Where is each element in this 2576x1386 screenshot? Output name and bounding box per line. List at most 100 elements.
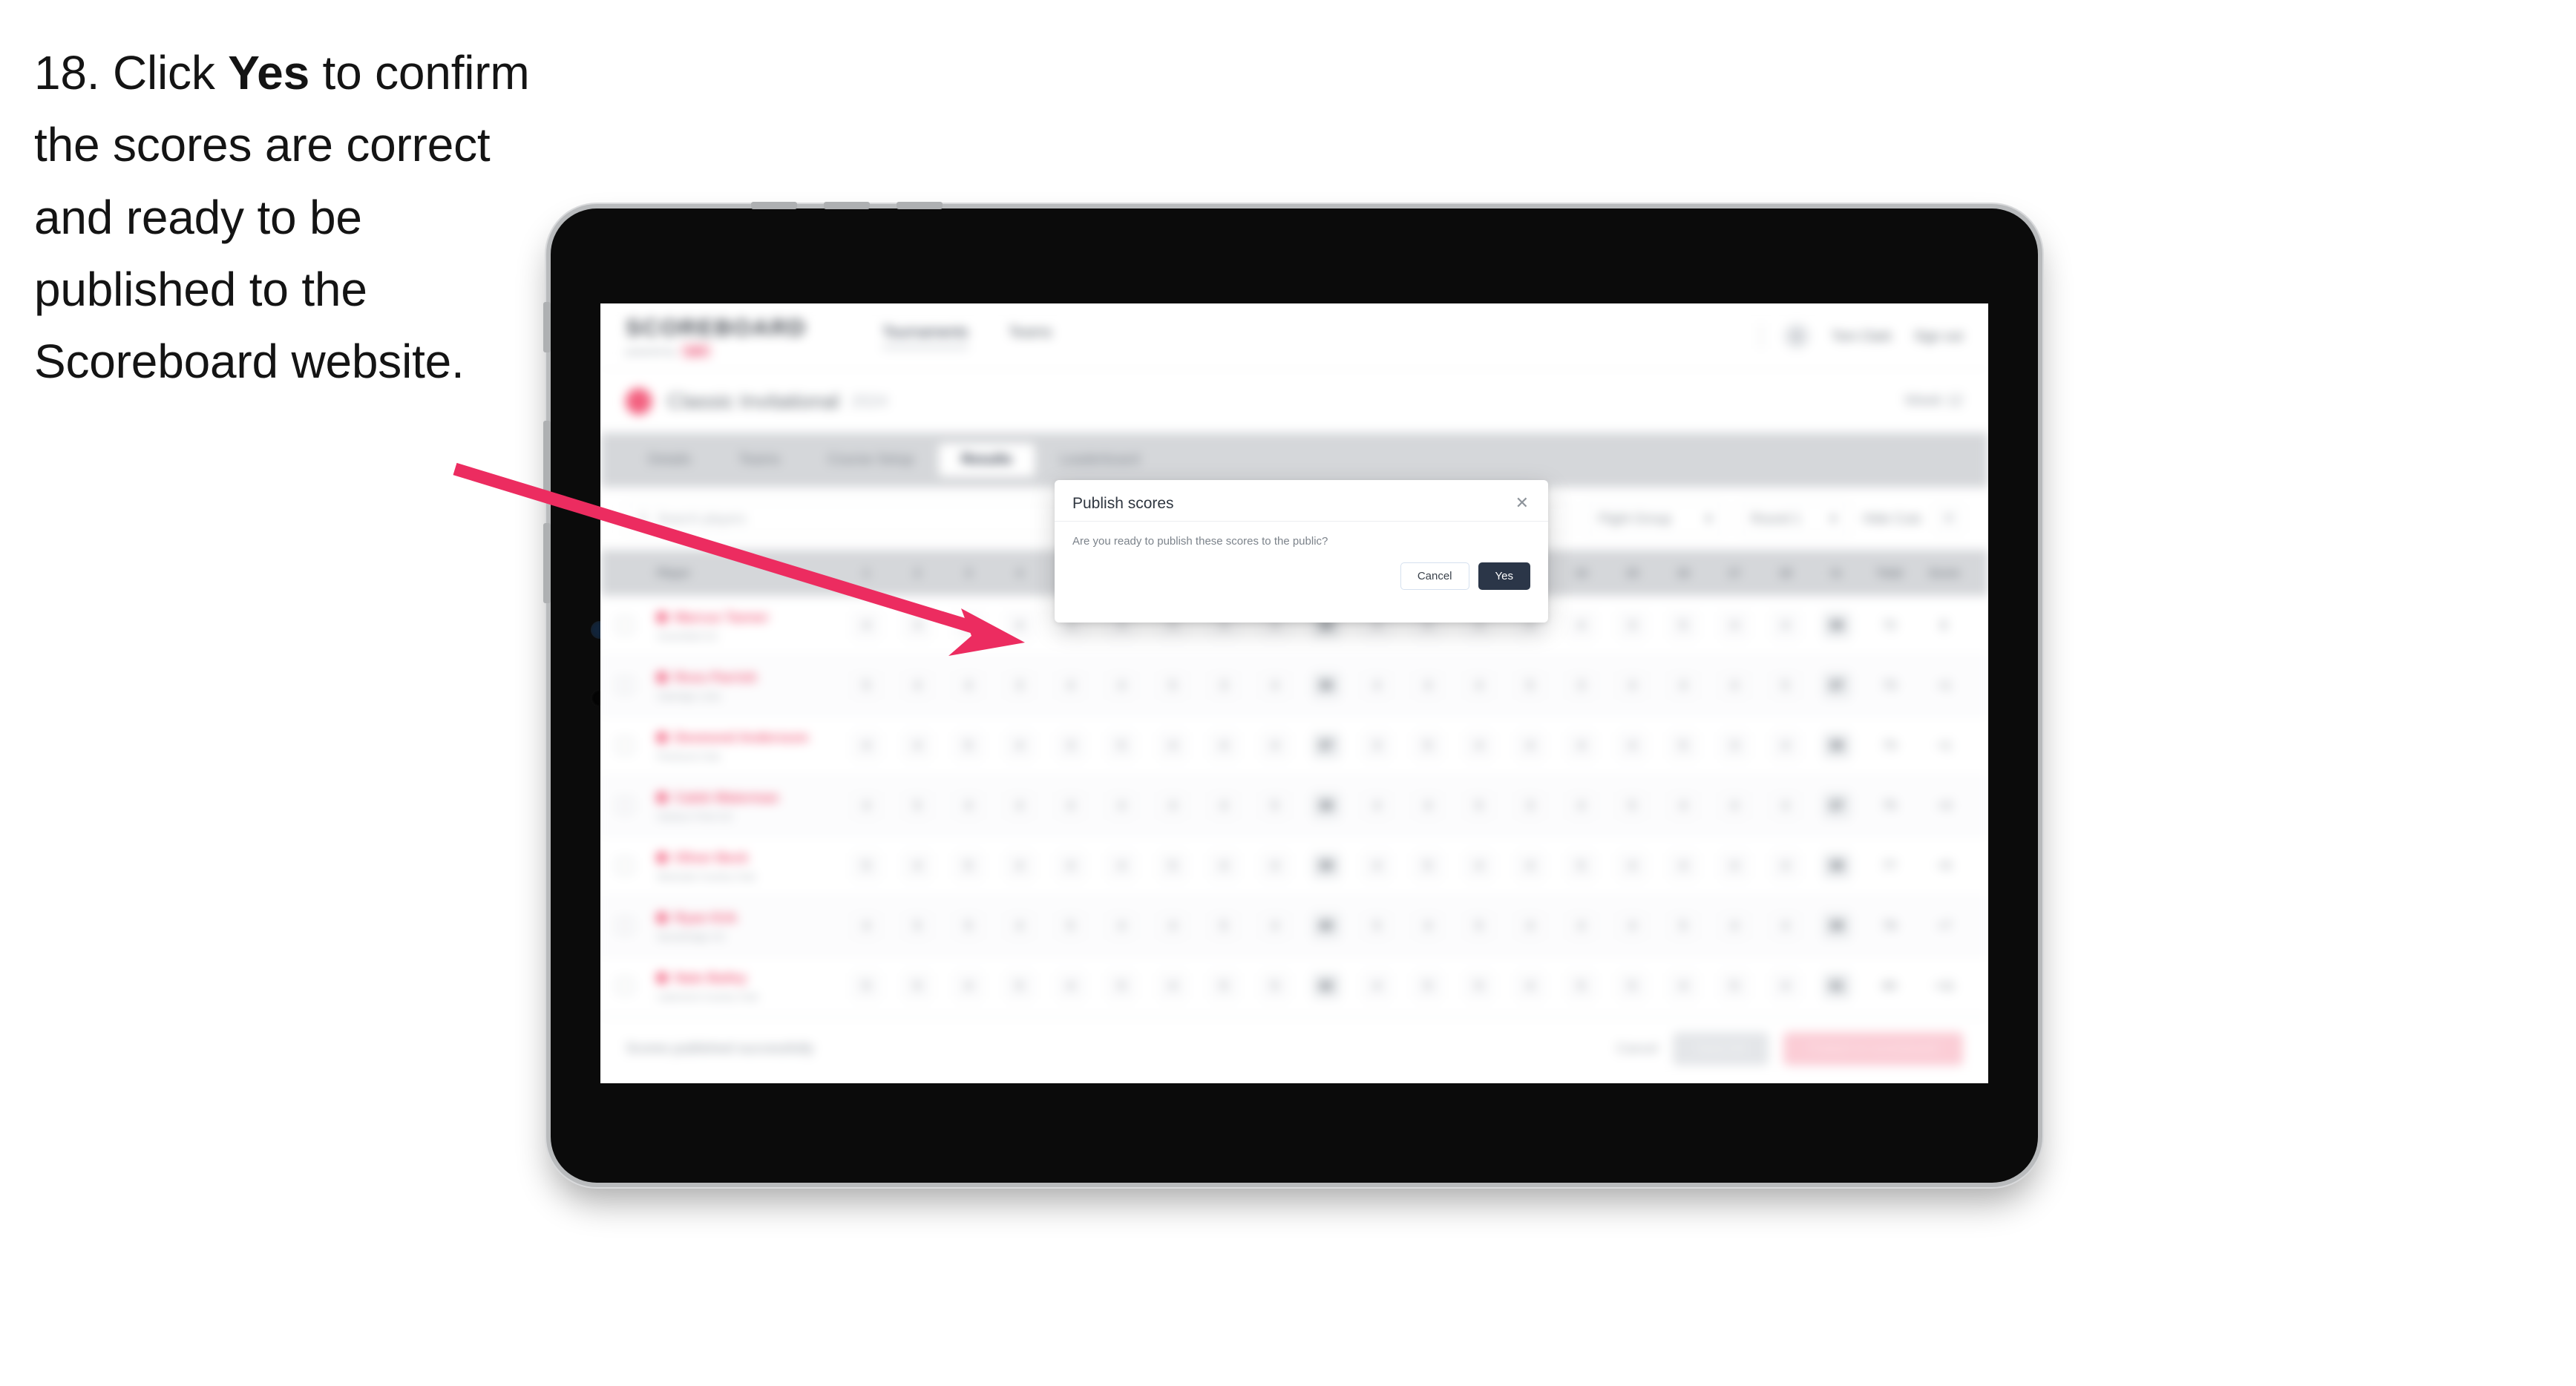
brand-block[interactable]: SCOREBOARD powered by golf bbox=[626, 315, 848, 358]
score-cell[interactable]: 5 bbox=[841, 672, 892, 699]
table-row[interactable]: Ryan Kirk Stonebridge GC 4 5 5 4 5 4 4 5 4 40 5 4 5 4 4 4… bbox=[600, 896, 1988, 956]
tab-leaderboard[interactable]: Leaderboard bbox=[1038, 444, 1162, 476]
score-cell[interactable]: 4 bbox=[1403, 792, 1454, 819]
score-cell[interactable]: 3 bbox=[1045, 732, 1096, 759]
score-cell[interactable]: 4 bbox=[1045, 672, 1096, 699]
checkbox-icon[interactable] bbox=[617, 918, 633, 934]
score-cell[interactable]: 37 bbox=[1811, 672, 1862, 699]
score-cell[interactable]: 5 bbox=[943, 913, 994, 939]
score-cell[interactable]: 5 bbox=[1454, 973, 1505, 999]
score-cell[interactable]: 36 bbox=[1811, 732, 1862, 759]
score-cell[interactable]: 4 bbox=[1249, 853, 1300, 879]
score-cell[interactable]: 4 bbox=[1147, 792, 1199, 819]
checkbox-icon[interactable] bbox=[617, 677, 633, 694]
player-name[interactable]: Marcus Tanner bbox=[657, 610, 841, 625]
checkbox-icon[interactable] bbox=[617, 738, 633, 754]
publish-to-scoreboard-button[interactable]: Publish to scoreboard bbox=[1783, 1032, 1963, 1065]
table-row[interactable]: Desmond Andersson Pinehurst Club 4 4 5 4 3 5 4 4 4… bbox=[600, 716, 1988, 776]
score-cell[interactable]: 4 bbox=[1607, 913, 1658, 939]
table-row[interactable]: Oliver Beck Westvale Country Club 5 4 5 4 4 4 5 4… bbox=[600, 836, 1988, 896]
score-cell[interactable]: 5 bbox=[1403, 973, 1454, 999]
score-cell[interactable]: 5 bbox=[943, 853, 994, 879]
score-cell[interactable]: 4 bbox=[841, 732, 892, 759]
nav-item-teams[interactable]: Teams bbox=[1009, 324, 1052, 349]
score-cell[interactable]: 4 bbox=[1045, 792, 1096, 819]
score-cell[interactable]: 5 bbox=[1607, 973, 1658, 999]
checkbox-icon[interactable] bbox=[617, 798, 633, 814]
score-cell[interactable]: 4 bbox=[1351, 672, 1403, 699]
score-cell[interactable]: 4 bbox=[1658, 672, 1709, 699]
score-cell[interactable]: 4 bbox=[1504, 732, 1556, 759]
row-checkbox[interactable] bbox=[617, 918, 657, 934]
score-cell[interactable]: 4 bbox=[1454, 853, 1505, 879]
score-cell[interactable]: 4 bbox=[1045, 973, 1096, 999]
nav-item-tournaments[interactable]: Tournaments bbox=[882, 324, 969, 349]
score-cell[interactable]: 4 bbox=[1351, 973, 1403, 999]
score-cell[interactable]: 4 bbox=[892, 672, 943, 699]
score-cell[interactable]: 37 bbox=[1300, 732, 1351, 759]
score-cell[interactable]: 5 bbox=[892, 973, 943, 999]
score-cell[interactable]: 4 bbox=[943, 973, 994, 999]
settings-icon[interactable]: ⚙ bbox=[1935, 505, 1963, 533]
score-cell[interactable]: 4 bbox=[841, 612, 892, 639]
tab-teams[interactable]: Teams bbox=[716, 444, 802, 476]
close-icon[interactable]: ✕ bbox=[1514, 495, 1530, 511]
score-cell[interactable]: 4 bbox=[1096, 792, 1147, 819]
score-cell[interactable]: 5 bbox=[841, 973, 892, 999]
score-cell[interactable]: 5 bbox=[1504, 672, 1556, 699]
flight-select[interactable]: Flight Group ▾ bbox=[1584, 502, 1725, 536]
score-cell[interactable]: 4 bbox=[1760, 792, 1811, 819]
row-checkbox[interactable] bbox=[617, 677, 657, 694]
avatar[interactable]: ● bbox=[1783, 323, 1809, 349]
device-button-volume-up[interactable] bbox=[543, 421, 551, 501]
score-cell[interactable]: 37 bbox=[1811, 792, 1862, 819]
score-cell[interactable]: 3 bbox=[994, 672, 1045, 699]
score-cell[interactable]: 4 bbox=[1556, 732, 1607, 759]
tab-details[interactable]: Details bbox=[626, 444, 713, 476]
score-cell[interactable]: 5 bbox=[1045, 913, 1096, 939]
score-cell[interactable]: 4 bbox=[1096, 853, 1147, 879]
score-cell[interactable]: 4 bbox=[994, 792, 1045, 819]
score-cell[interactable]: 5 bbox=[1658, 732, 1709, 759]
checkbox-icon[interactable] bbox=[617, 978, 633, 994]
score-cell[interactable]: 4 bbox=[1403, 672, 1454, 699]
score-cell[interactable]: 4 bbox=[1556, 612, 1607, 639]
score-cell[interactable]: 4 bbox=[1249, 672, 1300, 699]
score-cell[interactable]: 5 bbox=[1199, 913, 1250, 939]
score-cell[interactable]: 4 bbox=[1147, 913, 1199, 939]
table-row[interactable]: Ross Parrish Oakridge Links 5 4 4 3 4 4 5 3 4 36 4 4 4… bbox=[600, 656, 1988, 716]
score-cell[interactable]: 5 bbox=[1096, 732, 1147, 759]
user-name[interactable]: Tom Clark bbox=[1832, 329, 1892, 344]
score-cell[interactable]: 5 bbox=[1454, 792, 1505, 819]
score-cell[interactable]: 4 bbox=[1658, 973, 1709, 999]
score-cell[interactable]: 4 bbox=[1249, 732, 1300, 759]
score-cell[interactable]: 4 bbox=[1147, 732, 1199, 759]
yes-button[interactable]: Yes bbox=[1478, 562, 1530, 590]
score-cell[interactable]: 4 bbox=[994, 853, 1045, 879]
score-cell[interactable]: 3 bbox=[1556, 672, 1607, 699]
score-cell[interactable]: 40 bbox=[1300, 913, 1351, 939]
score-cell[interactable]: 4 bbox=[1096, 672, 1147, 699]
score-cell[interactable]: 3 bbox=[1709, 732, 1760, 759]
score-cell[interactable]: 4 bbox=[1709, 853, 1760, 879]
score-cell[interactable]: 5 bbox=[1607, 792, 1658, 819]
device-button-volume-down[interactable] bbox=[543, 523, 551, 603]
device-button-top-1[interactable] bbox=[751, 202, 797, 209]
table-row[interactable]: Nate Bailey Lakemont Country Club 5 5 4 5 4 5 4 5… bbox=[600, 956, 1988, 1016]
score-cell[interactable]: 4 bbox=[1760, 612, 1811, 639]
score-cell[interactable]: 4 bbox=[1351, 792, 1403, 819]
score-cell[interactable]: 4 bbox=[1709, 913, 1760, 939]
score-cell[interactable]: 39 bbox=[1300, 853, 1351, 879]
tab-results[interactable]: Results bbox=[939, 444, 1035, 476]
score-cell[interactable]: 4 bbox=[1760, 732, 1811, 759]
score-cell[interactable]: 5 bbox=[1709, 973, 1760, 999]
score-cell[interactable]: 36 bbox=[1300, 672, 1351, 699]
score-cell[interactable]: 5 bbox=[1351, 913, 1403, 939]
score-cell[interactable]: 5 bbox=[1403, 853, 1454, 879]
score-cell[interactable]: 4 bbox=[1607, 732, 1658, 759]
player-name[interactable]: Caleb Waterman bbox=[657, 790, 841, 806]
score-cell[interactable]: 5 bbox=[943, 612, 994, 639]
score-cell[interactable]: 4 bbox=[1504, 853, 1556, 879]
score-cell[interactable]: 4 bbox=[1709, 792, 1760, 819]
score-cell[interactable]: 5 bbox=[1454, 913, 1505, 939]
